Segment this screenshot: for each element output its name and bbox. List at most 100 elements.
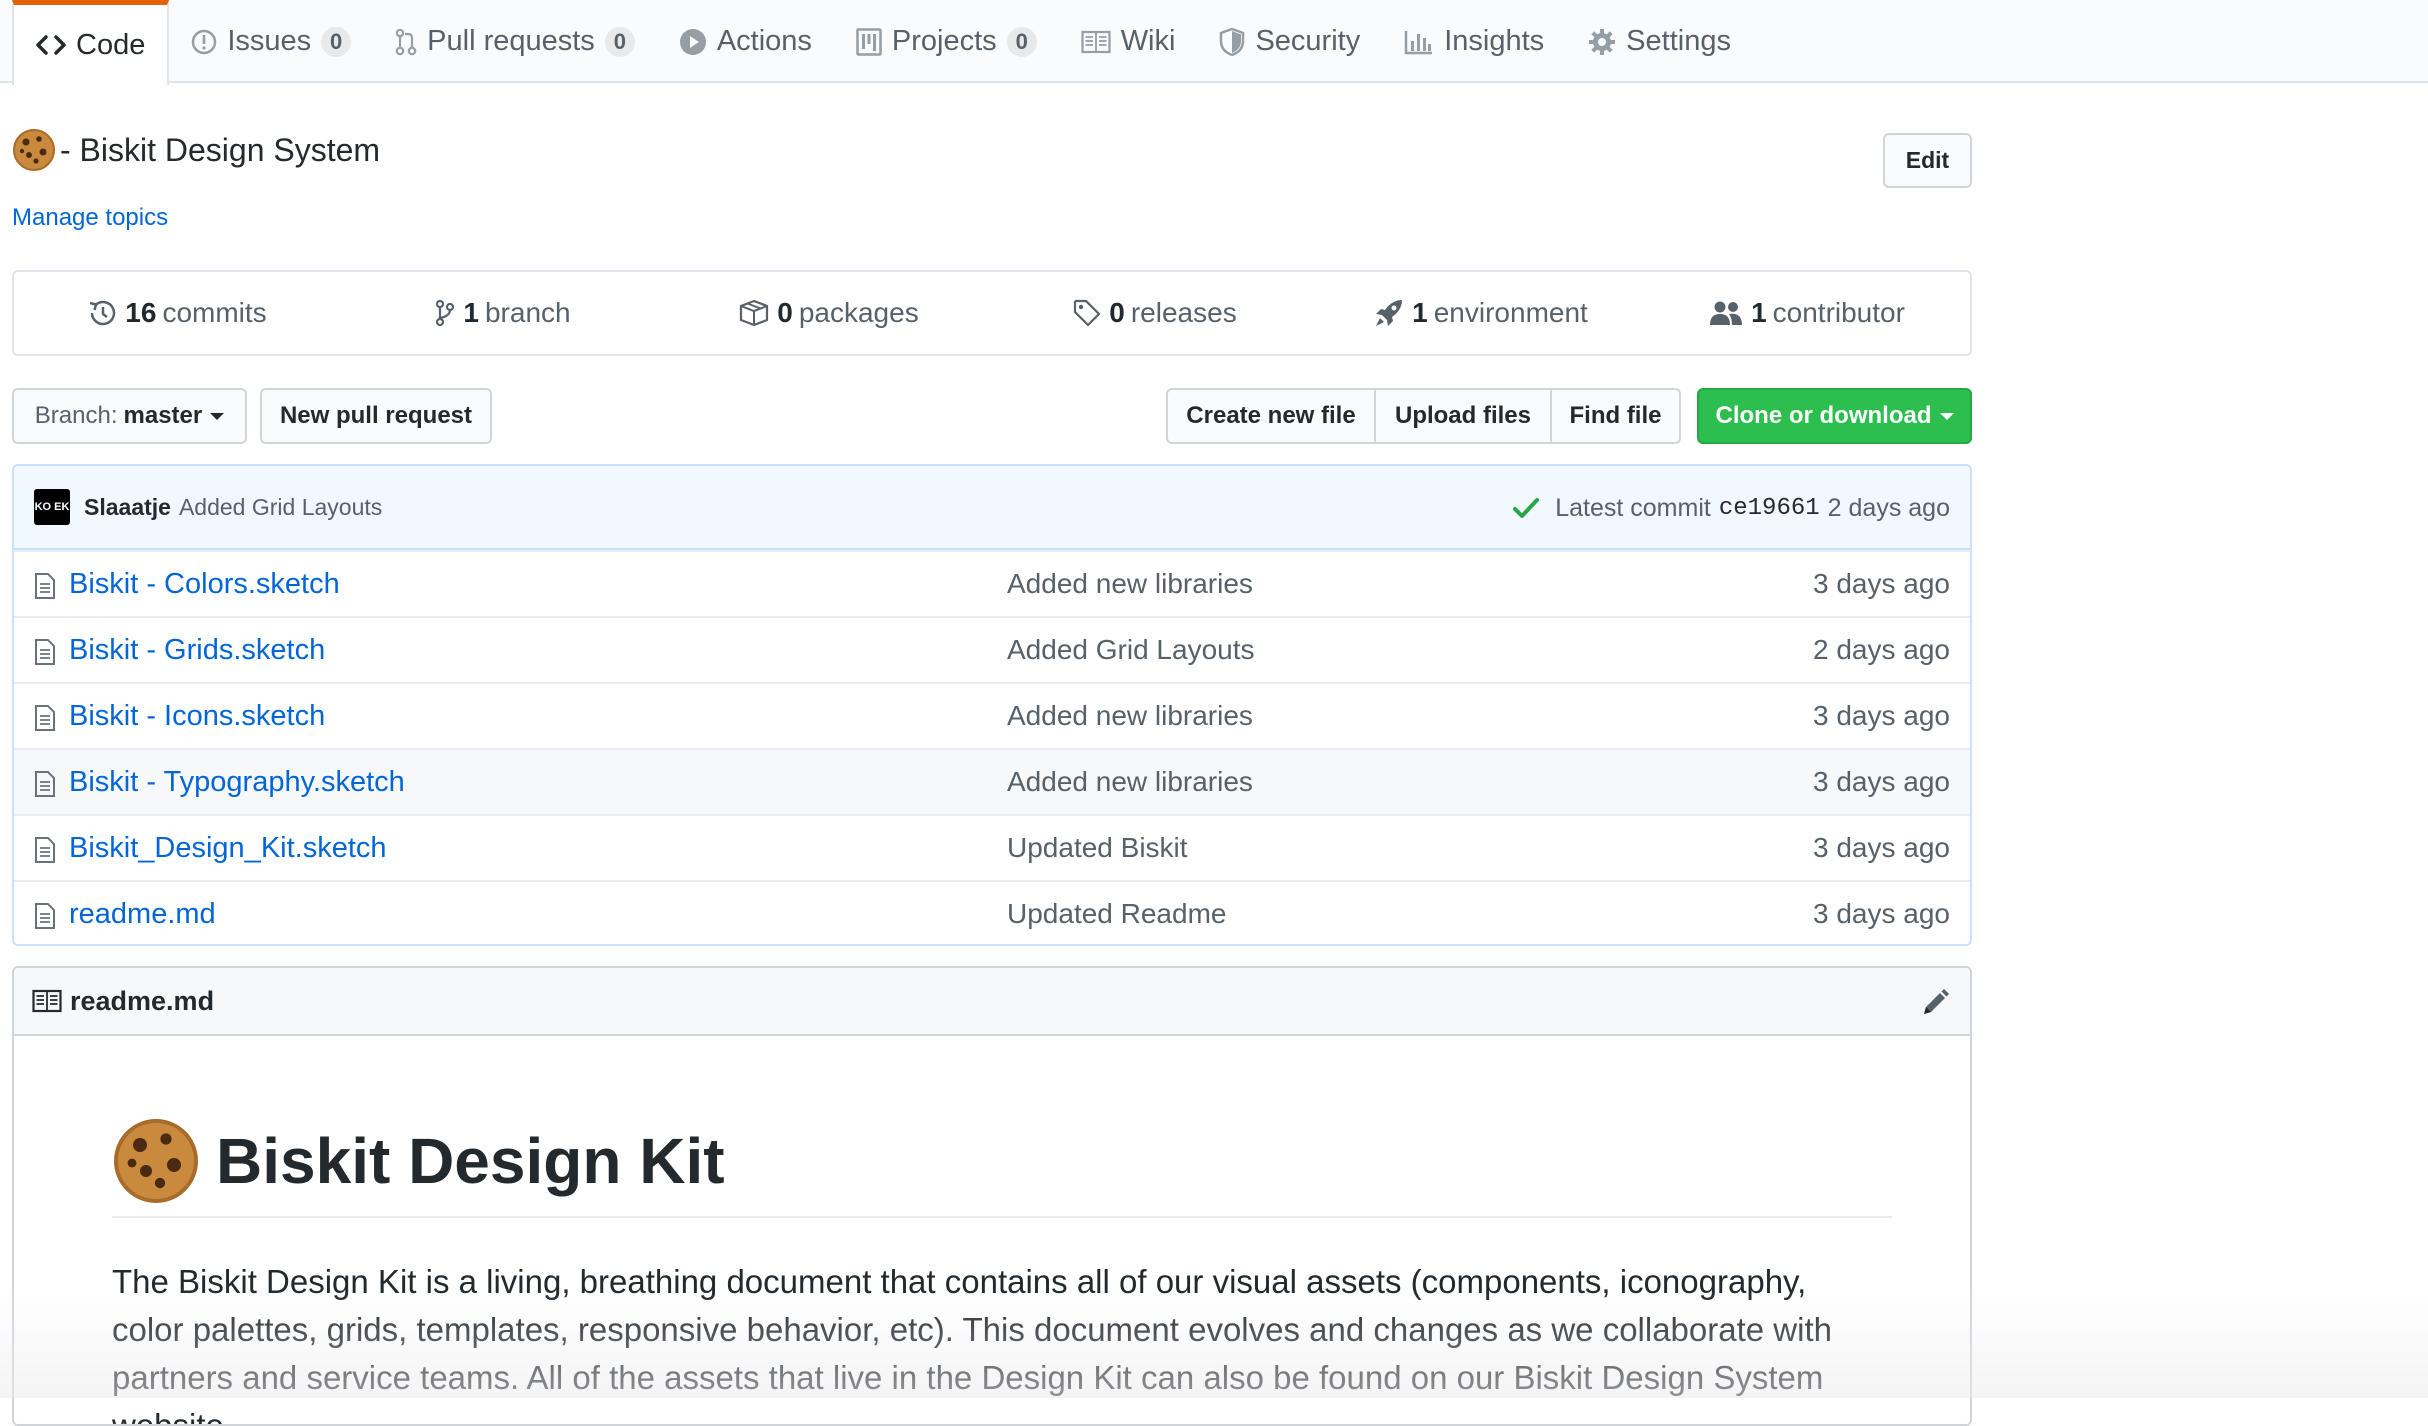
tab-settings[interactable]: Settings [1566, 0, 1753, 83]
table-row: Biskit - Icons.sketch Added new librarie… [14, 682, 1970, 748]
project-icon [856, 27, 882, 56]
git-pull-request-icon [395, 28, 417, 56]
repo-description: - Biskit Design System [60, 131, 381, 168]
book-icon [32, 989, 62, 1013]
play-icon [679, 28, 707, 56]
create-new-file-button[interactable]: Create new file [1166, 388, 1376, 444]
tab-issues[interactable]: Issues 0 [169, 0, 373, 83]
readme-filename: readme.md [70, 985, 215, 1016]
issue-opened-icon [191, 29, 217, 55]
file-icon [34, 902, 56, 935]
file-icon [34, 704, 56, 737]
table-row: Biskit - Colors.sketch Added new librari… [14, 550, 1970, 616]
shield-icon [1219, 27, 1245, 57]
file-age: 3 days ago [1813, 898, 1950, 929]
branch-name: master [123, 402, 203, 429]
file-age: 3 days ago [1813, 700, 1950, 731]
clone-or-download-button[interactable]: Clone or download [1697, 388, 1972, 444]
tag-icon [1073, 299, 1101, 327]
new-pull-request-button[interactable]: New pull request [260, 388, 492, 444]
file-age: 3 days ago [1813, 832, 1950, 863]
contributors-count: 1 [1751, 297, 1767, 328]
commit-sha-link[interactable]: ce19661 [1719, 495, 1820, 522]
tab-label: Code [76, 28, 146, 61]
clone-label: Clone or download [1715, 402, 1932, 429]
branches-count: 1 [463, 297, 479, 328]
packages-link[interactable]: 0 packages [666, 297, 992, 329]
find-file-button[interactable]: Find file [1550, 388, 1681, 444]
releases-link[interactable]: 0 releases [992, 297, 1318, 329]
packages-label: packages [798, 297, 919, 328]
file-commit-message[interactable]: Added new libraries [1007, 700, 1253, 732]
environments-link[interactable]: 1 environment [1318, 297, 1644, 329]
readme-heading: Biskit Design Kit [112, 1118, 1892, 1218]
file-name-link[interactable]: Biskit - Colors.sketch [69, 568, 340, 601]
tab-label: Insights [1444, 25, 1545, 57]
file-name-link[interactable]: readme.md [69, 898, 216, 931]
graph-icon [1404, 29, 1434, 55]
file-commit-message[interactable]: Added Grid Layouts [1007, 634, 1255, 666]
tab-code[interactable]: Code [12, 0, 170, 85]
tab-security[interactable]: Security [1197, 0, 1382, 83]
environments-count: 1 [1412, 297, 1428, 328]
file-commit-message[interactable]: Updated Biskit [1007, 832, 1188, 864]
readme-paragraph: The Biskit Design Kit is a living, breat… [112, 1263, 1832, 1426]
tab-projects[interactable]: Projects 0 [834, 0, 1059, 83]
file-age: 3 days ago [1813, 568, 1950, 599]
file-list: KO EK Slaaatje Added Grid Layouts Latest… [12, 464, 1972, 946]
tab-actions[interactable]: Actions [657, 0, 834, 83]
cookie-emoji-icon [114, 1119, 198, 1203]
file-icon [34, 770, 56, 803]
file-name-link[interactable]: Biskit - Typography.sketch [69, 766, 405, 799]
tab-pull-requests[interactable]: Pull requests 0 [373, 0, 657, 83]
rocket-icon [1374, 298, 1404, 328]
packages-count: 0 [777, 297, 793, 328]
check-icon[interactable] [1513, 497, 1540, 519]
tab-label: Issues [227, 25, 312, 57]
git-branch-icon [435, 299, 455, 327]
pencil-icon[interactable] [1920, 988, 1950, 1023]
file-name-link[interactable]: Biskit_Design_Kit.sketch [69, 832, 387, 865]
readme-title: Biskit Design Kit [216, 1125, 725, 1197]
commit-message[interactable]: Added Grid Layouts [179, 494, 382, 521]
file-age: 2 days ago [1813, 634, 1950, 665]
branch-select-button[interactable]: Branch: master [12, 388, 247, 444]
releases-label: releases [1130, 297, 1237, 328]
file-name-link[interactable]: Biskit - Icons.sketch [69, 700, 325, 733]
file-commit-message[interactable]: Added new libraries [1007, 766, 1253, 798]
table-row: Biskit - Typography.sketch Added new lib… [14, 748, 1970, 814]
table-row: Biskit_Design_Kit.sketch Updated Biskit … [14, 814, 1970, 880]
table-row: Biskit - Grids.sketch Added Grid Layouts… [14, 616, 1970, 682]
edit-button[interactable]: Edit [1883, 133, 1972, 188]
upload-files-button[interactable]: Upload files [1374, 388, 1552, 444]
environments-label: environment [1433, 297, 1588, 328]
package-icon [739, 299, 769, 327]
contributors-link[interactable]: 1 contributor [1644, 297, 1970, 329]
count-badge: 0 [1006, 26, 1037, 57]
commit-age: 2 days ago [1827, 493, 1950, 522]
commits-label: commits [162, 297, 267, 328]
book-icon [1081, 30, 1111, 54]
tab-insights[interactable]: Insights [1382, 0, 1566, 83]
file-name-link[interactable]: Biskit - Grids.sketch [69, 634, 325, 667]
branch-prefix: Branch: [34, 402, 118, 429]
file-commit-message[interactable]: Updated Readme [1007, 898, 1226, 930]
releases-count: 0 [1109, 297, 1125, 328]
latest-commit-info: Latest commit ce19661 2 days ago [1513, 466, 1950, 550]
manage-topics-link[interactable]: Manage topics [12, 204, 168, 232]
history-icon [87, 299, 117, 327]
commits-count: 16 [125, 297, 157, 328]
count-badge: 0 [321, 26, 352, 57]
tab-label: Settings [1626, 25, 1731, 57]
tab-wiki[interactable]: Wiki [1059, 0, 1198, 83]
chevron-down-icon [1939, 412, 1954, 420]
avatar[interactable]: KO EK [34, 489, 70, 525]
commit-author[interactable]: Slaaatje [84, 494, 171, 521]
repo-summary: 16 commits 1 branch 0 packages 0 release… [12, 270, 1972, 356]
commits-link[interactable]: 16 commits [14, 297, 340, 329]
branches-link[interactable]: 1 branch [340, 297, 666, 329]
file-icon [34, 836, 56, 869]
contributors-label: contributor [1772, 297, 1905, 328]
file-age: 3 days ago [1813, 766, 1950, 797]
file-commit-message[interactable]: Added new libraries [1007, 568, 1253, 600]
